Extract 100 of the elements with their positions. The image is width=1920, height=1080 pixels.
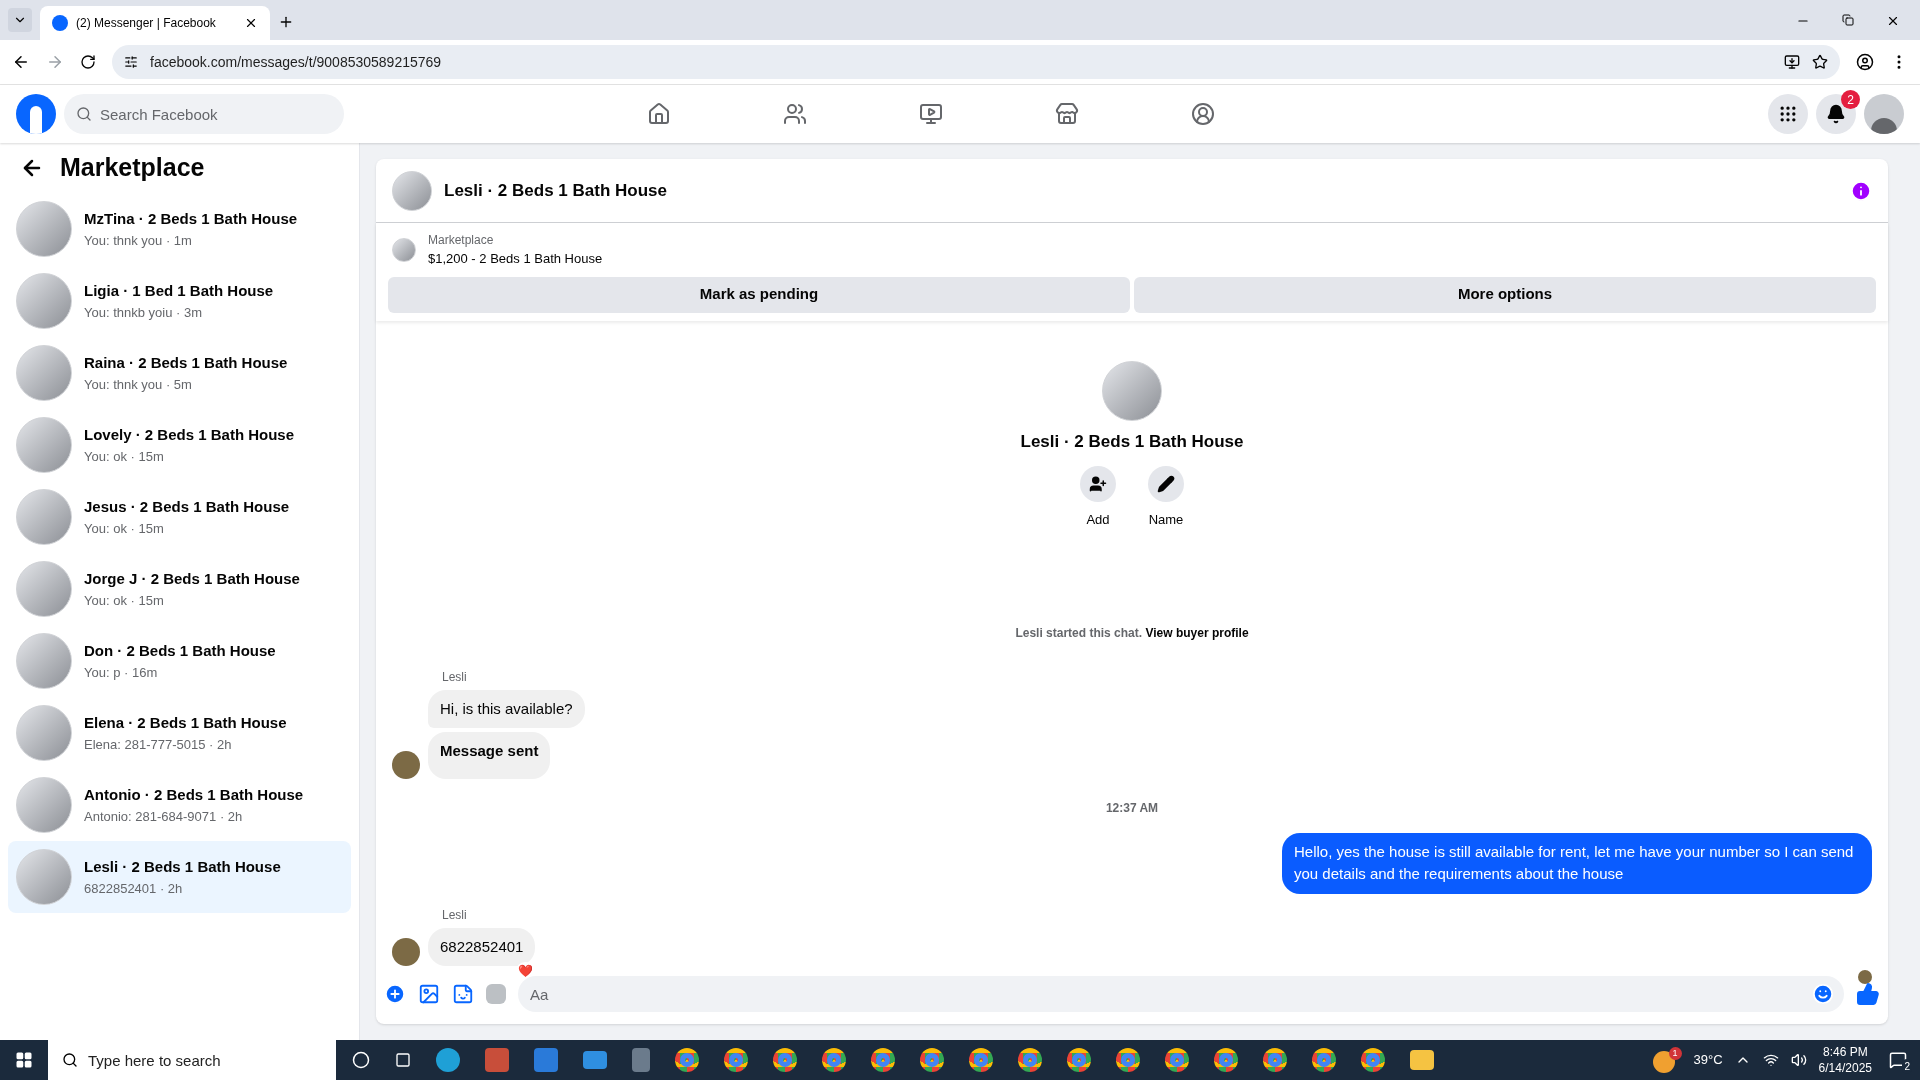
thumbs-up-icon[interactable] bbox=[1856, 982, 1880, 1006]
wifi-icon[interactable] bbox=[1762, 1052, 1779, 1068]
notification-center-button[interactable]: 2 bbox=[1884, 1046, 1912, 1074]
notification-icon bbox=[1889, 1051, 1907, 1069]
timestamp: 12:37 AM bbox=[1104, 799, 1160, 817]
search-field[interactable]: Search Facebook bbox=[64, 94, 344, 134]
emoji-icon[interactable] bbox=[1812, 983, 1834, 1005]
conversation-title: Jorge J · 2 Beds 1 Bath House bbox=[84, 569, 300, 589]
chat-started-note: Lesli started this chat. View buyer profile bbox=[1015, 625, 1249, 640]
bell-icon bbox=[1826, 104, 1846, 124]
chrome-icon[interactable] bbox=[871, 1048, 895, 1072]
task-view-icon[interactable] bbox=[395, 1052, 411, 1068]
plus-icon[interactable] bbox=[384, 983, 406, 1005]
conversation-title: Don · 2 Beds 1 Bath House bbox=[84, 641, 276, 661]
tab-list-button[interactable] bbox=[8, 8, 32, 32]
back-icon[interactable] bbox=[12, 53, 30, 71]
add-person-icon bbox=[1089, 475, 1107, 493]
listing-photo-placeholder bbox=[392, 237, 416, 262]
bookmark-star-icon[interactable] bbox=[1812, 54, 1828, 70]
profile-icon[interactable] bbox=[1856, 53, 1874, 71]
forward-icon[interactable] bbox=[46, 53, 64, 71]
windows-logo-icon bbox=[15, 1051, 33, 1069]
chrome-icon[interactable] bbox=[1263, 1048, 1287, 1072]
reload-icon[interactable] bbox=[80, 54, 96, 70]
conversation-preview: You: thnkb yoiu · 3m bbox=[84, 303, 204, 322]
conversation-title: MzTina · 2 Beds 1 Bath House bbox=[84, 209, 298, 229]
taskbar-search-field[interactable]: Type here to search bbox=[48, 1040, 336, 1080]
message-input[interactable]: Aa bbox=[518, 976, 1844, 1012]
close-icon[interactable] bbox=[1886, 14, 1900, 28]
conversation-item[interactable]: Antonio · 2 Beds 1 Bath House Antonio: 281-684-9071 · 2h bbox=[8, 769, 351, 841]
chrome-icon[interactable] bbox=[675, 1048, 699, 1072]
conversation-preview: You: ok · 15m bbox=[84, 591, 165, 610]
address-bar[interactable]: facebook.com/messages/t/9008530589215769 bbox=[112, 45, 1840, 79]
video-icon[interactable] bbox=[919, 102, 943, 126]
info-icon[interactable] bbox=[1850, 179, 1872, 202]
friends-icon[interactable] bbox=[783, 102, 807, 126]
pencil-icon bbox=[1157, 475, 1175, 493]
conversation-item[interactable]: Lovely · 2 Beds 1 Bath House You: ok · 15m bbox=[8, 409, 351, 481]
clock-date: 6/14/2025 bbox=[1818, 1060, 1872, 1076]
chrome-icon[interactable] bbox=[1214, 1048, 1238, 1072]
site-settings-icon[interactable] bbox=[124, 55, 138, 69]
tab-title: (2) Messenger | Facebook bbox=[76, 15, 217, 32]
conversation-preview: You: p · 16m bbox=[84, 663, 159, 682]
home-icon[interactable] bbox=[647, 102, 671, 126]
chrome-icon[interactable] bbox=[1067, 1048, 1091, 1072]
chrome-icon[interactable] bbox=[773, 1048, 797, 1072]
conversation-item[interactable]: Jorge J · 2 Beds 1 Bath House You: ok · 15m bbox=[8, 553, 351, 625]
chrome-icon[interactable] bbox=[724, 1048, 748, 1072]
conversation-item[interactable]: Don · 2 Beds 1 Bath House You: p · 16m bbox=[8, 625, 351, 697]
listing-photo-placeholder bbox=[16, 561, 72, 617]
photo-icon[interactable] bbox=[418, 983, 440, 1005]
volume-icon[interactable] bbox=[1790, 1052, 1807, 1068]
account-avatar[interactable] bbox=[1864, 94, 1904, 134]
conversation-item[interactable]: Ligia · 1 Bed 1 Bath House You: thnkb yoiu · 3m bbox=[8, 265, 351, 337]
listing-photo-placeholder bbox=[16, 777, 72, 833]
conversation-item[interactable]: Elena · 2 Beds 1 Bath House Elena: 281-777-5015 · 2h bbox=[8, 697, 351, 769]
conversation-item[interactable]: MzTina · 2 Beds 1 Bath House You: thnk you · 1m bbox=[8, 193, 351, 265]
chrome-icon[interactable] bbox=[1312, 1048, 1336, 1072]
close-icon[interactable] bbox=[244, 16, 258, 30]
install-icon[interactable] bbox=[1784, 54, 1800, 70]
chrome-icon[interactable] bbox=[822, 1048, 846, 1072]
marketplace-icon[interactable] bbox=[1055, 102, 1079, 126]
browser-tab[interactable]: (2) Messenger | Facebook bbox=[40, 6, 270, 40]
listing-photo-placeholder bbox=[16, 705, 72, 761]
incoming-message-bubble: Hi, is this available? bbox=[428, 689, 585, 728]
conversation-item[interactable]: Raina · 2 Beds 1 Bath House You: thnk you · 5m bbox=[8, 337, 351, 409]
chrome-icon[interactable] bbox=[1165, 1048, 1189, 1072]
conversation-item[interactable]: Jesus · 2 Beds 1 Bath House You: ok · 15m bbox=[8, 481, 351, 553]
listing-action-button[interactable]: Mark as pending bbox=[388, 276, 1130, 313]
chrome-icon[interactable] bbox=[1018, 1048, 1042, 1072]
new-tab-icon[interactable] bbox=[278, 14, 294, 30]
conversation-preview: 6822852401 · 2h bbox=[84, 879, 184, 898]
outgoing-message-bubble: Hello, yes the house is still available for rent, let me have your number so I can send you details and the requirements about the house bbox=[1282, 832, 1872, 894]
listing-photo-placeholder bbox=[16, 489, 72, 545]
chrome-icon[interactable] bbox=[1361, 1048, 1385, 1072]
listing-photo-placeholder bbox=[392, 170, 432, 211]
sidebar-title: Marketplace bbox=[60, 152, 205, 184]
restore-icon[interactable] bbox=[1842, 14, 1854, 26]
read-receipt-avatar-placeholder bbox=[1858, 970, 1872, 984]
listing-photo-placeholder bbox=[16, 633, 72, 689]
conversation-preview: You: thnk you · 5m bbox=[84, 375, 193, 394]
chrome-icon[interactable] bbox=[1116, 1048, 1140, 1072]
chrome-icon[interactable] bbox=[920, 1048, 944, 1072]
conversation-title: Lesli · 2 Beds 1 Bath House bbox=[84, 857, 281, 877]
temperature: 39°C bbox=[1693, 1051, 1723, 1070]
conversation-preview: Antonio: 281-684-9071 · 2h bbox=[84, 807, 244, 826]
conversation-item[interactable]: Lesli · 2 Beds 1 Bath House 6822852401 · 2h bbox=[8, 841, 351, 913]
menu-button[interactable] bbox=[1768, 94, 1808, 134]
listing-label: Marketplace bbox=[428, 232, 495, 249]
chat-title[interactable]: Lesli · 2 Beds 1 Bath House bbox=[444, 177, 1838, 204]
listing-action-button[interactable]: More options bbox=[1134, 276, 1876, 313]
conversation-title: Antonio · 2 Beds 1 Bath House bbox=[84, 785, 304, 805]
groups-icon[interactable] bbox=[1191, 102, 1215, 126]
chrome-icon[interactable] bbox=[969, 1048, 993, 1072]
sticker-icon[interactable] bbox=[452, 983, 474, 1005]
profile-name: Lesli · 2 Beds 1 Bath House bbox=[1020, 430, 1244, 453]
conversation-title: Elena · 2 Beds 1 Bath House bbox=[84, 713, 287, 733]
view-buyer-profile-link[interactable]: View buyer profile bbox=[1145, 625, 1249, 640]
conversation-title: Lovely · 2 Beds 1 Bath House bbox=[84, 425, 295, 445]
search-icon bbox=[76, 106, 92, 122]
